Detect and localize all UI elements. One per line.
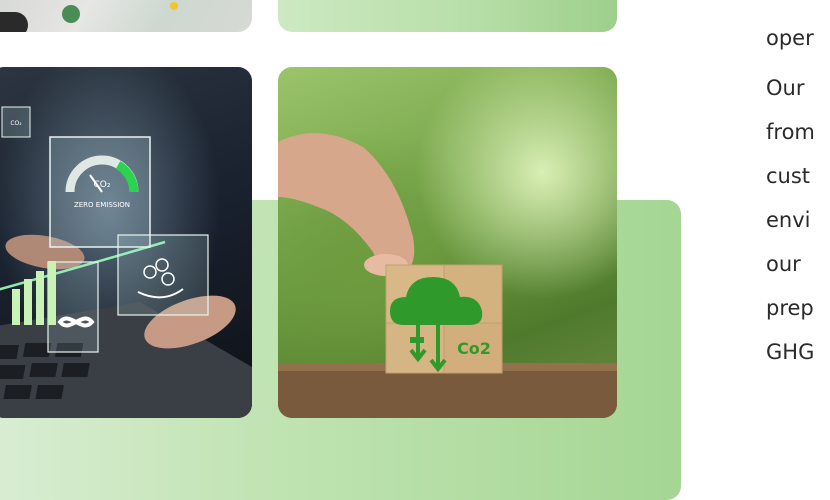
photo-detail-dot [0,12,28,32]
hologram-mini-co2-text: CO₂ [10,120,22,127]
laptop-hologram-illustration: CO₂ ZERO EMISSION CO₂ [0,106,252,418]
text-line: from [766,120,815,144]
text-line: oper [766,26,814,50]
photo-detail-dot [62,5,80,23]
laptop-zero-emission-photo: CO₂ ZERO EMISSION CO₂ [0,67,252,418]
text-line: Our [766,76,805,100]
hologram-zero-emission-text: ZERO EMISSION [74,201,130,209]
hologram-co2-text: CO₂ [94,180,111,190]
co2-block-label: Co2 [457,339,491,358]
text-line: prep [766,296,814,320]
text-line: envi [766,208,811,232]
text-line: cust [766,164,811,188]
co2-blocks-illustration: Co2 [278,133,617,418]
photo-detail-dot [170,2,178,10]
co2-blocks-photo: Co2 [278,67,617,418]
text-line: GHG [766,340,815,364]
text-line: our [766,252,801,276]
office-photo-tile [0,0,252,32]
green-accent-tile [278,0,617,32]
